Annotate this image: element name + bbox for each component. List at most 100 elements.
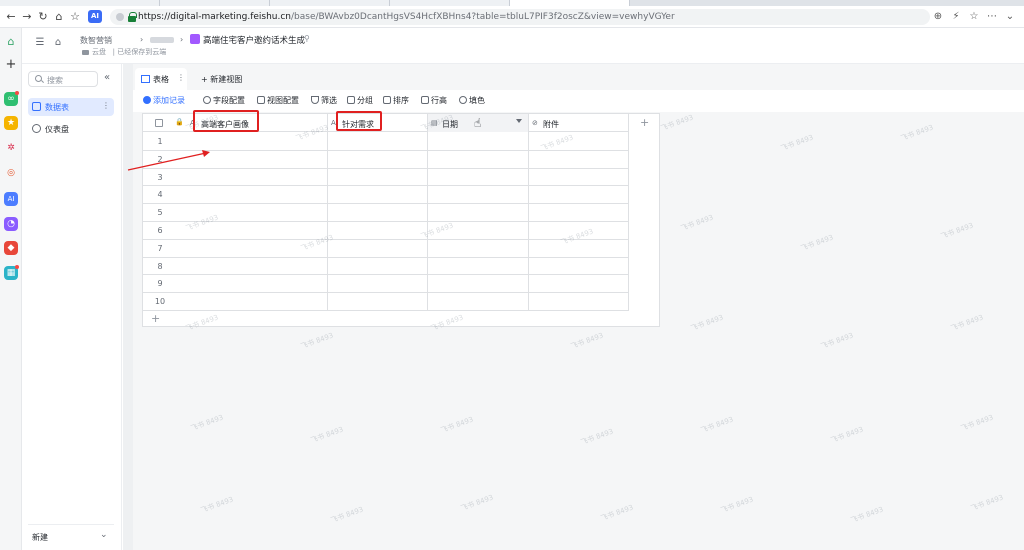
view-icon	[257, 96, 265, 104]
search-input[interactable]: 搜索	[28, 71, 98, 87]
sidebar-toggle-icon[interactable]: ☰	[34, 37, 46, 49]
row-height-button[interactable]: 行高	[421, 95, 447, 106]
row-number[interactable]: 7	[147, 244, 173, 253]
grid-icon	[141, 75, 150, 83]
annotation-box-needs	[336, 111, 382, 131]
ai-extension-icon[interactable]: AI	[88, 10, 102, 23]
view-tabs: 表格 ⋮ + 新建视图	[133, 68, 1024, 90]
view-config-button[interactable]: 视图配置	[257, 95, 299, 106]
lock-icon: 🔒	[175, 118, 184, 126]
row-number[interactable]: 5	[147, 208, 173, 217]
main-gutter	[123, 64, 133, 550]
home-icon[interactable]: ⌂	[52, 10, 66, 24]
forward-icon[interactable]: →	[20, 10, 34, 24]
back-icon[interactable]: ←	[4, 10, 18, 24]
field-config-button[interactable]: 字段配置	[203, 95, 245, 106]
sidebar-item-datatable[interactable]: 数据表 ⋮	[28, 98, 114, 116]
home-icon[interactable]: ⌂	[52, 37, 64, 49]
add-column-icon[interactable]: +	[640, 116, 649, 129]
tab-label: 表格	[153, 75, 169, 84]
more-icon[interactable]: ⋯	[986, 11, 998, 23]
network-app-icon[interactable]: ✲	[4, 141, 18, 155]
add-record-button[interactable]: 添加记录	[143, 95, 185, 106]
sort-button[interactable]: 排序	[383, 95, 409, 106]
sidebar-item-label: 仪表盘	[45, 125, 69, 134]
page-title[interactable]: 高端住宅客户邀约话术生成	[203, 34, 305, 46]
search-icon	[35, 75, 42, 82]
game-app-icon[interactable]: ◆	[4, 241, 18, 255]
row-divider	[143, 310, 629, 311]
sidebar-item-label: 数据表	[45, 103, 69, 112]
row-number[interactable]: 9	[147, 279, 173, 288]
site-info-icon[interactable]	[116, 13, 124, 21]
fill-color-button[interactable]: 填色	[459, 95, 485, 106]
row-divider	[143, 292, 629, 294]
breadcrumb-redacted[interactable]	[150, 37, 174, 43]
chevron-right-icon: ›	[180, 35, 184, 44]
sort-icon	[383, 96, 391, 104]
app-rail: ⌂ + ∞ ★ ✲ ◎ AI ◔ ◆ ▦	[0, 28, 22, 550]
sidebar: 搜索 « 数据表 ⋮ 仪表盘 新建 ⌄	[22, 64, 122, 550]
row-number[interactable]: 4	[147, 190, 173, 199]
folder-icon	[82, 49, 89, 55]
sub-breadcrumb: 云盘 | 已经保存到云端	[82, 47, 166, 57]
star-icon[interactable]: ☆	[968, 11, 980, 23]
chevron-down-icon[interactable]	[516, 119, 522, 123]
base-doc-icon	[190, 34, 200, 44]
lock-icon	[128, 12, 137, 22]
link-app-icon[interactable]: ∞	[4, 91, 19, 106]
ai-assistant-icon[interactable]: AI	[4, 192, 18, 206]
row-divider	[143, 185, 629, 187]
more-icon[interactable]: ⋮	[102, 101, 110, 110]
annotation-box-profile	[193, 110, 259, 132]
row-number[interactable]: 6	[147, 226, 173, 235]
plus-icon[interactable]: +	[4, 58, 18, 72]
breadcrumb-root[interactable]: 数智营销	[80, 35, 112, 46]
filter-icon	[311, 96, 319, 104]
column-name: 附件	[543, 120, 559, 129]
bookmark-icon[interactable]: ☆	[68, 10, 82, 24]
sidebar-item-dashboard[interactable]: 仪表盘	[28, 120, 114, 138]
divider	[28, 524, 114, 525]
column-header-attachment[interactable]: ⊘ 附件	[529, 114, 629, 132]
row-number[interactable]: 8	[147, 262, 173, 271]
row-divider	[143, 203, 629, 205]
annotation-arrow-icon	[127, 150, 210, 171]
attachment-icon: ⊘	[532, 119, 538, 127]
table-toolbar: 添加记录 字段配置 视图配置 筛选 分组 排序 行高 填色	[133, 90, 1024, 112]
chevron-down-icon[interactable]: ⌄	[1004, 11, 1016, 23]
row-number[interactable]: 10	[147, 297, 173, 306]
column-divider	[628, 114, 629, 310]
pin-icon[interactable]: ⚲	[304, 34, 310, 43]
cloud-drive-link[interactable]: 云盘	[92, 48, 106, 56]
mouse-cursor-icon: ☝	[474, 116, 482, 130]
calendar-app-icon[interactable]: ▦	[4, 265, 19, 280]
column-divider	[327, 114, 328, 310]
url-input[interactable]: https://digital-marketing.feishu.cn/base…	[110, 9, 930, 25]
tab-grid-view[interactable]: 表格 ⋮	[135, 68, 187, 90]
more-icon[interactable]: ⋮	[177, 73, 185, 82]
collapse-sidebar-icon[interactable]: «	[104, 72, 110, 83]
home-icon[interactable]: ⌂	[4, 35, 18, 49]
zoom-icon[interactable]: ⊕	[932, 11, 944, 23]
row-divider	[143, 221, 629, 222]
row-height-icon	[421, 96, 429, 104]
group-button[interactable]: 分组	[347, 95, 373, 106]
ai-app-icon[interactable]: ◎	[4, 166, 18, 180]
reload-icon[interactable]: ↻	[36, 10, 50, 24]
document-header: ☰ ⌂ 数智营销 › › 高端住宅客户邀约话术生成 ⚲ 云盘 | 已经保存到云端	[22, 28, 1024, 64]
chat-app-icon[interactable]: ◔	[4, 217, 18, 231]
new-button[interactable]: 新建	[32, 532, 48, 543]
search-placeholder: 搜索	[47, 76, 63, 85]
filter-button[interactable]: 筛选	[311, 95, 337, 106]
lightning-icon[interactable]: ⚡	[950, 11, 962, 23]
dashboard-icon	[32, 124, 41, 133]
add-row-icon[interactable]: +	[151, 312, 160, 325]
row-divider	[143, 256, 629, 258]
column-divider	[427, 114, 428, 310]
star-app-icon[interactable]: ★	[4, 116, 18, 130]
url-text: https://digital-marketing.feishu.cn/base…	[138, 12, 675, 22]
new-view-button[interactable]: + 新建视图	[201, 74, 242, 85]
chevron-down-icon[interactable]: ⌄	[100, 530, 108, 540]
select-all-checkbox[interactable]	[155, 119, 163, 127]
